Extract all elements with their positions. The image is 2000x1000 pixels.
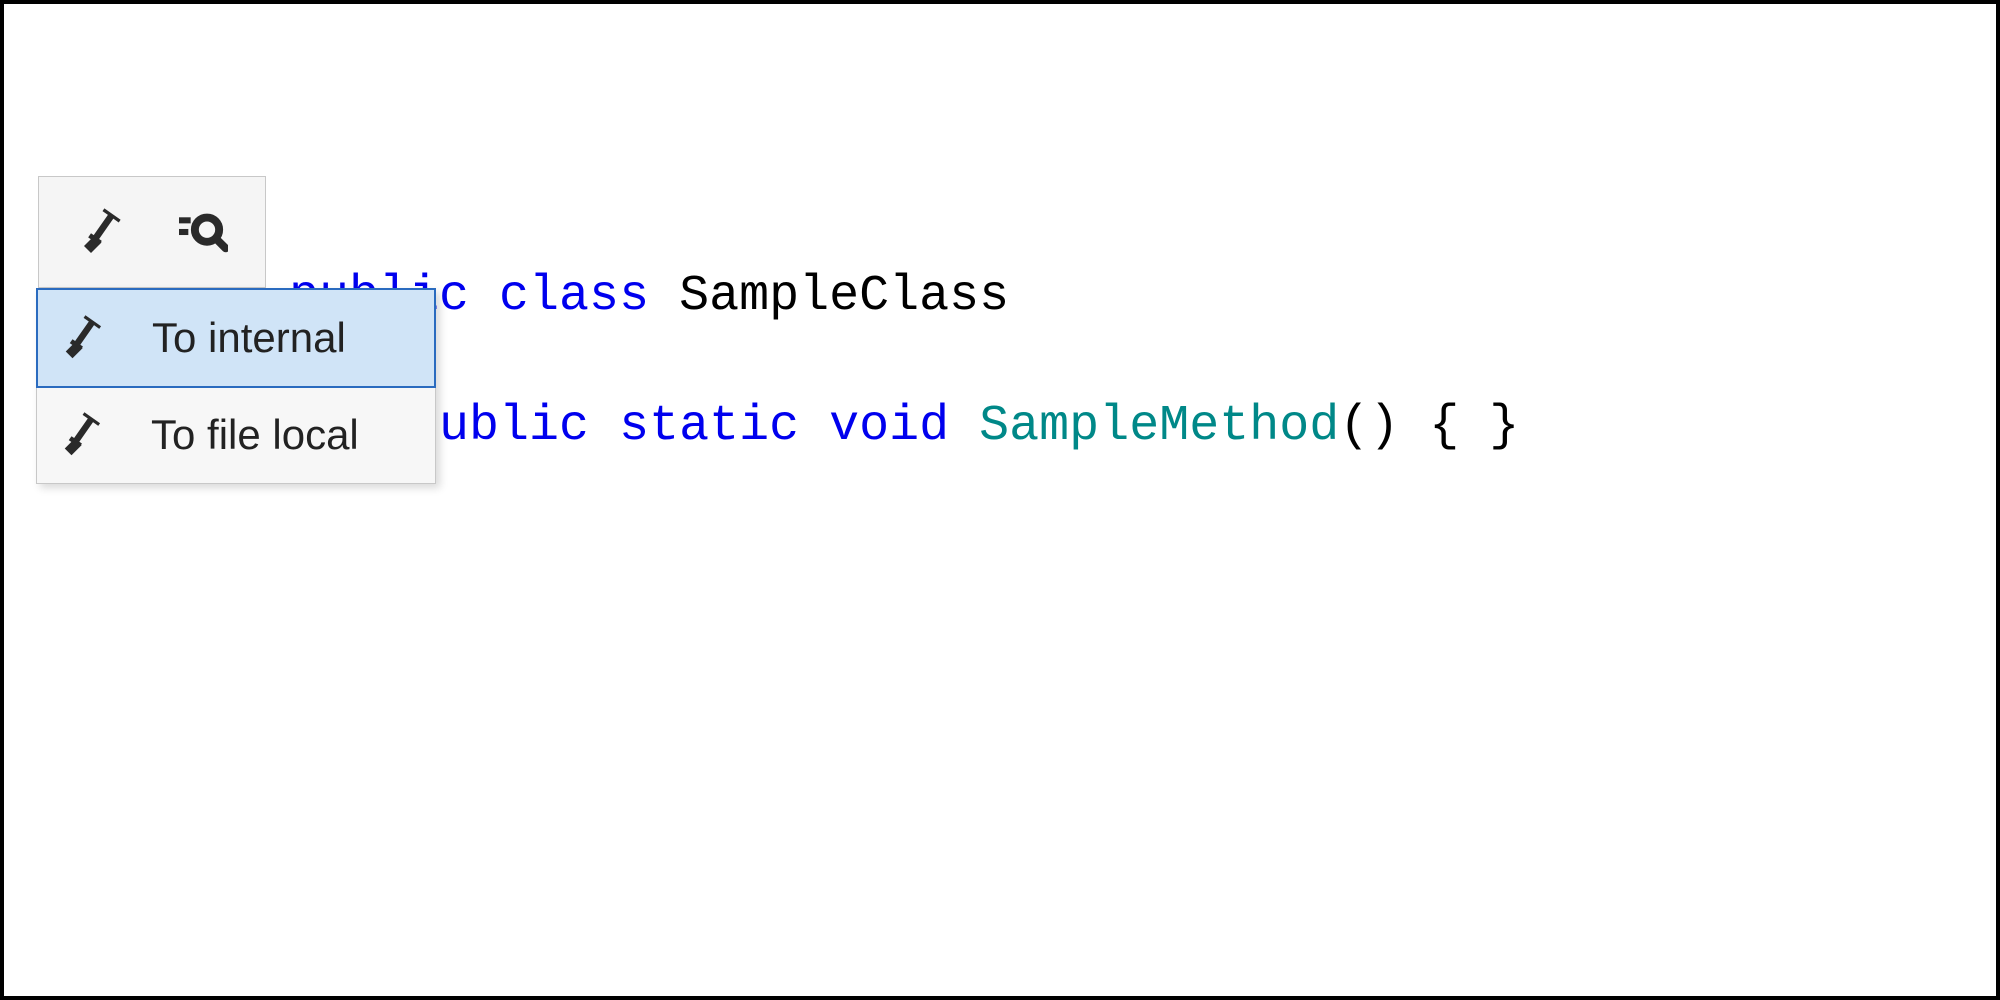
keyword-class: class: [499, 268, 649, 325]
code-line-3: public static void SampleMethod() { }: [289, 398, 1519, 455]
menu-item-label: To file local: [151, 411, 359, 459]
menu-item-label: To internal: [152, 314, 346, 362]
keyword-void: void: [829, 398, 949, 455]
menu-item-to-internal[interactable]: To internal: [36, 288, 436, 388]
hammer-icon: [77, 204, 133, 260]
menu-item-to-file-local[interactable]: To file local: [37, 387, 435, 483]
method-name: SampleMethod: [979, 398, 1339, 455]
preview-icon: [172, 204, 228, 260]
hammer-icon: [57, 407, 113, 463]
keyword-static: static: [619, 398, 799, 455]
quick-actions-button[interactable]: [38, 176, 266, 288]
class-name: SampleClass: [679, 268, 1009, 325]
code-editor[interactable]: public class SampleClass { public static…: [289, 199, 1519, 459]
keyword-public: public: [409, 398, 589, 455]
hammer-icon: [58, 310, 114, 366]
refactor-menu: To internal To file local: [36, 288, 436, 484]
